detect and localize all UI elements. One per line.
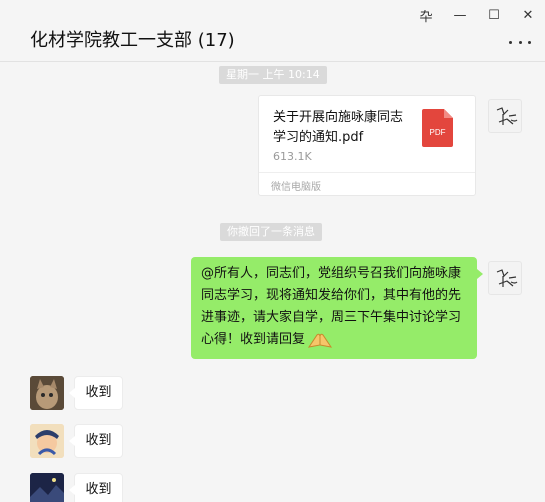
cat-avatar-icon — [30, 376, 64, 410]
pin-button[interactable]: 卆 — [409, 0, 443, 30]
chat-header: 化材学院教工一支部 (17) 卆 — ☐ ✕ — [0, 0, 545, 62]
announcement-message[interactable]: @所有人，同志们，党组织号召我们向施咏康同志学习，现将通知发给你们，其中有他的先… — [191, 257, 483, 359]
reply-message[interactable]: 收到 — [69, 473, 123, 502]
self-avatar[interactable] — [488, 99, 522, 133]
member-avatar[interactable] — [30, 473, 64, 502]
reply-message[interactable]: 收到 — [69, 376, 123, 410]
file-size: 613.1K — [273, 150, 312, 163]
pdf-file-icon: PDF — [422, 109, 453, 147]
minimize-button[interactable]: — — [443, 0, 477, 30]
pdf-label: PDF — [430, 128, 446, 137]
self-avatar[interactable] — [488, 261, 522, 295]
folded-hands-emoji-icon — [307, 333, 333, 348]
file-message-card[interactable]: 关于开展向施咏康同志学习的通知.pdf 613.1K PDF 微信电脑版 — [258, 95, 476, 196]
file-name: 关于开展向施咏康同志学习的通知.pdf — [273, 110, 404, 145]
sketch-avatar-icon — [496, 269, 518, 287]
more-options-icon[interactable] — [509, 36, 531, 48]
window-controls: 卆 — ☐ ✕ — [409, 0, 545, 30]
member-avatar[interactable] — [30, 376, 64, 410]
sketch-avatar-icon — [496, 107, 518, 125]
chat-title[interactable]: 化材学院教工一支部 (17) — [30, 26, 235, 52]
portrait-avatar-icon — [30, 424, 64, 458]
message-timestamp: 星期一 上午 10:14 — [219, 66, 327, 84]
night-avatar-icon — [30, 473, 64, 502]
close-button[interactable]: ✕ — [511, 0, 545, 30]
file-source: 微信电脑版 — [259, 172, 475, 196]
recall-notice: 你撤回了一条消息 — [220, 223, 322, 241]
maximize-button[interactable]: ☐ — [477, 0, 511, 30]
member-avatar[interactable] — [30, 424, 64, 458]
reply-message[interactable]: 收到 — [69, 424, 123, 458]
